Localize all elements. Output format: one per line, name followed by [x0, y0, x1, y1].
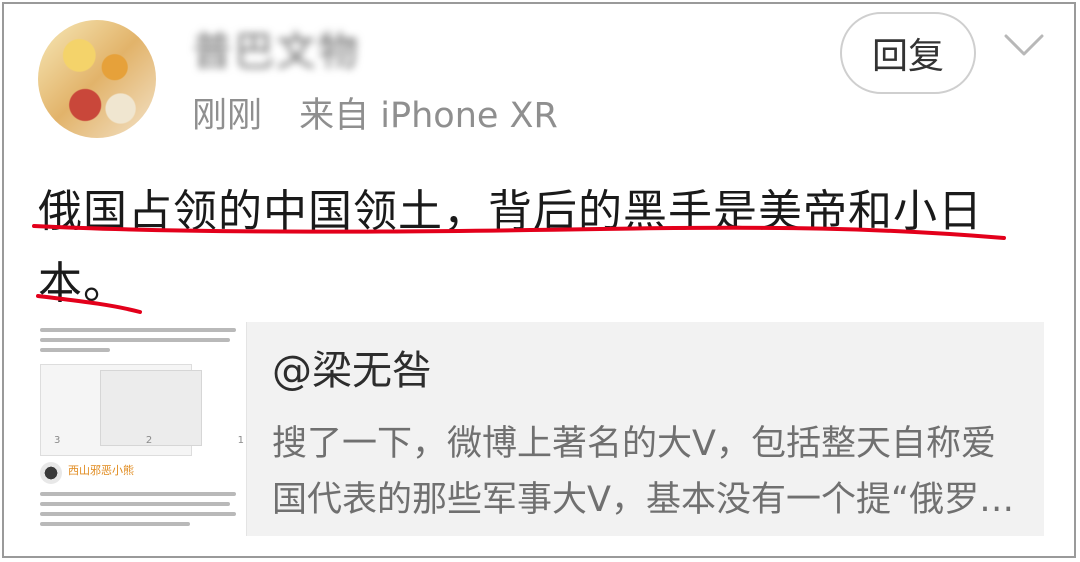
repost-card[interactable]: 3 2 1 西山邪恶小熊 @梁无咎 搜了一下，微博上著名的大V，包括整天自称爱 … — [34, 322, 1044, 536]
post-source: 来自 iPhone XR — [299, 96, 558, 136]
thumbnail-comment-count: 2 — [145, 435, 153, 446]
post-time: 刚刚 — [192, 96, 263, 136]
card-thumbnail[interactable]: 3 2 1 西山邪恶小熊 — [34, 322, 247, 536]
card-desc-line-2: 国代表的那些军事大V，基本没有一个提“俄罗… — [272, 480, 1015, 520]
thumbnail-avatar — [40, 462, 62, 484]
post-text-line-2: 本。 — [38, 258, 128, 309]
post-meta: 刚刚 来自 iPhone XR — [192, 92, 558, 140]
thumbnail-repost-count: 3 — [54, 435, 61, 446]
reply-button[interactable]: 回复 — [840, 12, 976, 94]
card-description: 搜了一下，微博上著名的大V，包括整天自称爱 国代表的那些军事大V，基本没有一个提… — [272, 416, 1032, 528]
user-avatar[interactable] — [38, 20, 156, 138]
thumbnail-username: 西山邪恶小熊 — [68, 464, 134, 477]
card-title[interactable]: @梁无咎 — [272, 342, 432, 400]
card-desc-line-1: 搜了一下，微博上著名的大V，包括整天自称爱 — [272, 424, 996, 464]
thumbnail-stats: 3 2 1 — [54, 435, 244, 446]
post-body: 俄国占领的中国领土，背后的黑手是美帝和小日 本。 — [38, 176, 1028, 320]
chevron-down-icon[interactable] — [1002, 30, 1046, 60]
thumbnail-like-count: 1 — [237, 435, 244, 446]
post-text-line-1: 俄国占领的中国领土，背后的黑手是美帝和小日 — [38, 186, 983, 237]
username[interactable]: 普巴文物 — [192, 24, 360, 80]
